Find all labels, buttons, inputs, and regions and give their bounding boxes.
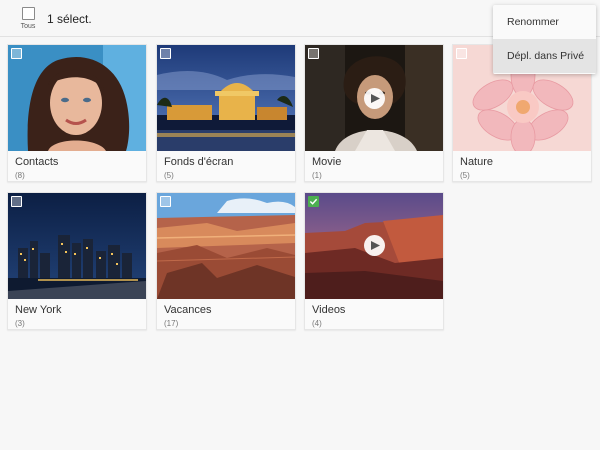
album-card-movie[interactable]: Movie (1) [304, 44, 444, 182]
album-name: Fonds d'écran [164, 156, 234, 168]
play-icon [364, 88, 385, 109]
album-checkbox[interactable] [11, 196, 22, 207]
select-all-label: Tous [20, 23, 36, 30]
album-card-new-york[interactable]: New York (3) [7, 192, 147, 330]
album-name: Vacances [164, 304, 212, 316]
album-name: Contacts [15, 156, 59, 168]
album-count: (1) [312, 171, 322, 180]
album-count: (8) [15, 171, 25, 180]
album-name: Nature [460, 156, 494, 168]
album-count: (5) [460, 171, 470, 180]
album-checkbox[interactable] [160, 196, 171, 207]
album-checkbox[interactable] [160, 48, 171, 59]
play-icon [364, 235, 385, 256]
menu-item-rename[interactable]: Renommer [493, 5, 596, 39]
album-name: Movie [312, 156, 342, 168]
city-skyline-photo-icon [8, 193, 146, 299]
checkmark-icon [309, 198, 318, 205]
album-count: (5) [164, 171, 174, 180]
album-count: (4) [312, 319, 322, 328]
select-all-checkbox[interactable]: Tous [16, 7, 40, 33]
menu-item-move-to-private[interactable]: Dépl. dans Privé [493, 39, 596, 73]
album-name: Videos [312, 304, 346, 316]
album-checkbox-checked[interactable] [308, 196, 319, 207]
album-checkbox[interactable] [456, 48, 467, 59]
album-card-vacances[interactable]: Vacances (17) [156, 192, 296, 330]
selection-count: 1 sélect. [47, 12, 92, 26]
album-card-contacts[interactable]: Contacts (8) [7, 44, 147, 182]
context-menu: Renommer Dépl. dans Privé [493, 5, 596, 74]
album-count: (17) [164, 319, 179, 328]
checkbox-icon [21, 7, 35, 20]
album-card-fonds-d-ecran[interactable]: Fonds d'écran (5) [156, 44, 296, 182]
palace-night-photo-icon [157, 45, 295, 151]
portrait-photo-icon [8, 45, 146, 151]
canyon-photo-icon [157, 193, 295, 299]
album-card-videos[interactable]: Videos (4) [304, 192, 444, 330]
album-count: (3) [15, 319, 25, 328]
album-name: New York [15, 304, 62, 316]
album-checkbox[interactable] [308, 48, 319, 59]
album-checkbox[interactable] [11, 48, 22, 59]
